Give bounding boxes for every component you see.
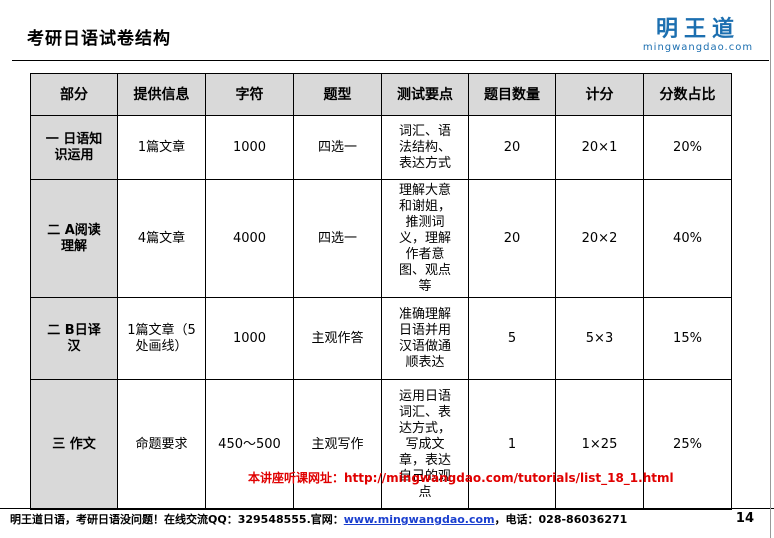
- cell-count: 5: [468, 297, 556, 380]
- cell-part: 二 B日译汉: [30, 297, 118, 380]
- cell-ratio: 20%: [643, 115, 732, 180]
- cell-info: 命题要求: [117, 379, 206, 510]
- cell-count: 20: [468, 179, 556, 298]
- cell-part: 二 A阅读理解: [30, 179, 118, 298]
- footer-suffix: ，电话：028-86036271: [494, 513, 628, 526]
- slide-title: 考研日语试卷结构: [27, 29, 171, 49]
- brand-logo: 明王道 mingwangdao.com: [634, 17, 762, 54]
- cell-focus: 运用日语词汇、表达方式，写成文章，表达自己的观点: [381, 379, 469, 510]
- cell-part: 三 作文: [30, 379, 118, 510]
- cell-focus: 词汇、语法结构、表达方式: [381, 115, 469, 180]
- lecture-url-banner[interactable]: 本讲座听课网址：http://mingwangdao.com/tutorials…: [248, 469, 674, 486]
- cell-score: 20×2: [555, 179, 644, 298]
- cell-score: 20×1: [555, 115, 644, 180]
- table-header-row: 部分 提供信息 字符 题型 测试要点 题目数量 计分 分数占比: [30, 73, 732, 116]
- cell-info: 1篇文章: [117, 115, 206, 180]
- cell-ratio: 15%: [643, 297, 732, 380]
- cell-type: 主观写作: [293, 379, 382, 510]
- header-focus: 测试要点: [381, 73, 469, 116]
- footer-contact: 明王道日语，考研日语没问题！在线交流QQ：329548555.官网：www.mi…: [10, 511, 627, 527]
- cell-ratio: 40%: [643, 179, 732, 298]
- cell-ratio: 25%: [643, 379, 732, 510]
- footer-prefix: 明王道日语，考研日语没问题！在线交流QQ：329548555.官网：: [10, 513, 344, 526]
- cell-chars: 450～500: [205, 379, 294, 510]
- cell-count: 1: [468, 379, 556, 510]
- table-row: 一 日语知识运用 1篇文章 1000 四选一 词汇、语法结构、表达方式 20 2…: [30, 115, 732, 180]
- header-score: 计分: [555, 73, 644, 116]
- cell-chars: 1000: [205, 297, 294, 380]
- cell-chars: 1000: [205, 115, 294, 180]
- cell-focus: 准确理解日语并用汉语做通顺表达: [381, 297, 469, 380]
- cell-score: 5×3: [555, 297, 644, 380]
- header-part: 部分: [30, 73, 118, 116]
- footer-divider: [0, 508, 774, 509]
- cell-type: 四选一: [293, 115, 382, 180]
- cell-chars: 4000: [205, 179, 294, 298]
- cell-focus: 理解大意和谢姐，推测词义，理解作者意图、观点等: [381, 179, 469, 298]
- cell-score: 1×25: [555, 379, 644, 510]
- header-type: 题型: [293, 73, 382, 116]
- table-row: 二 A阅读理解 4篇文章 4000 四选一 理解大意和谢姐，推测词义，理解作者意…: [30, 179, 732, 298]
- footer-website-link[interactable]: www.mingwangdao.com: [344, 513, 495, 526]
- cell-type: 主观作答: [293, 297, 382, 380]
- logo-chinese: 明王道: [655, 17, 740, 42]
- header-ratio: 分数占比: [643, 73, 732, 116]
- cell-info: 4篇文章: [117, 179, 206, 298]
- title-divider: [12, 60, 769, 61]
- cell-count: 20: [468, 115, 556, 180]
- slide-right-border: [770, 0, 771, 538]
- exam-structure-table: 部分 提供信息 字符 题型 测试要点 题目数量 计分 分数占比 一 日语知识运用…: [30, 73, 732, 510]
- logo-domain: mingwangdao.com: [642, 42, 754, 53]
- cell-info: 1篇文章（5处画线）: [117, 297, 206, 380]
- cell-type: 四选一: [293, 179, 382, 298]
- table-row: 二 B日译汉 1篇文章（5处画线） 1000 主观作答 准确理解日语并用汉语做通…: [30, 297, 732, 380]
- page-number: 14: [735, 511, 754, 526]
- table-row: 三 作文 命题要求 450～500 主观写作 运用日语词汇、表达方式，写成文章，…: [30, 379, 732, 510]
- header-count: 题目数量: [468, 73, 556, 116]
- header-chars: 字符: [205, 73, 294, 116]
- cell-part: 一 日语知识运用: [30, 115, 118, 180]
- header-info: 提供信息: [117, 73, 206, 116]
